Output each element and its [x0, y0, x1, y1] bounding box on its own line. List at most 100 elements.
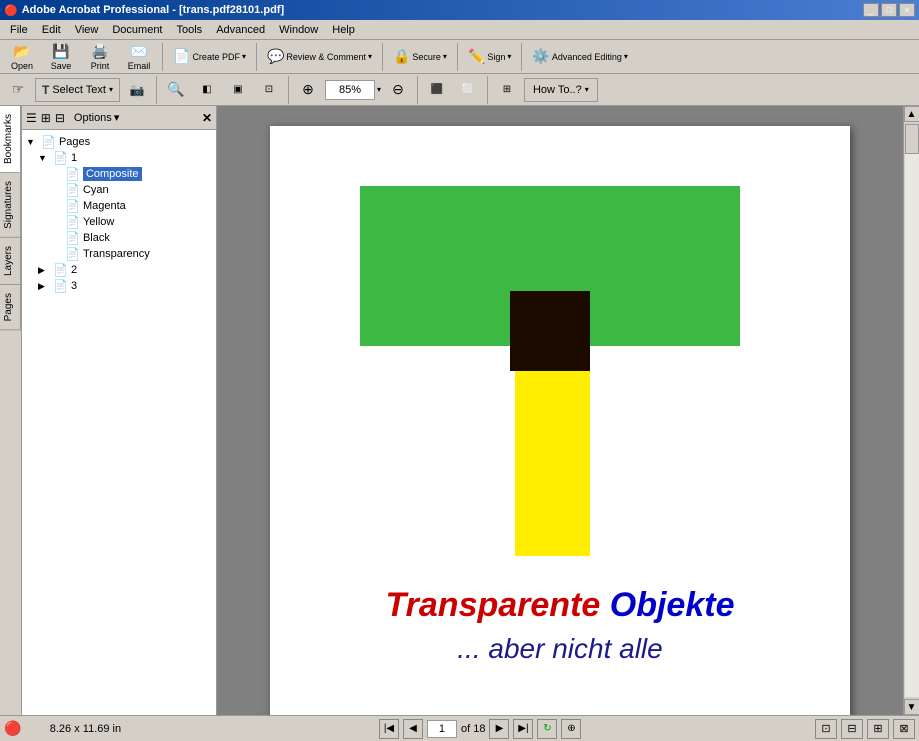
view-mode-btn2[interactable]: ⊟ [841, 719, 863, 739]
email-label: Email [128, 61, 151, 71]
email-button[interactable]: ✉️ Email [121, 43, 157, 71]
scroll-up-button[interactable]: ▲ [904, 106, 919, 122]
menu-help[interactable]: Help [326, 22, 361, 38]
secure-label: Secure [412, 52, 441, 62]
menu-window[interactable]: Window [273, 22, 324, 38]
next-page-button[interactable]: ▶ [489, 719, 509, 739]
tree-item-magenta[interactable]: 📄 Magenta [26, 198, 212, 214]
tree-item-composite[interactable]: 📄 Composite [26, 166, 212, 182]
title-bar-controls: _ □ × [863, 3, 915, 17]
tab-pages[interactable]: Pages [0, 285, 21, 330]
tb2-sep2 [288, 76, 289, 104]
tab-bookmarks[interactable]: Bookmarks [0, 106, 21, 173]
how-to-label: How To..? [533, 84, 582, 96]
options-label: Options [74, 112, 112, 124]
print-button[interactable]: 🖨️ Print [82, 43, 118, 71]
fit-page-button[interactable]: ⊡ [255, 78, 283, 102]
page1-doc-icon: 📄 [53, 151, 68, 165]
status-left-icon: 🔴 [4, 720, 21, 737]
scroll-thumb[interactable] [905, 124, 919, 154]
zoom-in-button[interactable]: ⊕ [294, 78, 322, 102]
review-button[interactable]: 💬 Review & Comment ▾ [262, 43, 377, 71]
toolbar2: ☞ T Select Text ▾ 📷 🔍 ◧ ▣ ⊡ ⊕ ▾ ⊖ ⬛ ⬜ ⊞ … [0, 74, 919, 106]
fit-visible-button[interactable]: ⬜ [454, 78, 482, 102]
tree-item-yellow[interactable]: 📄 Yellow [26, 214, 212, 230]
next-page-view-button[interactable]: ▣ [224, 78, 252, 102]
tree-item-transparency[interactable]: 📄 Transparency [26, 246, 212, 262]
view-mode-btn4[interactable]: ⊠ [893, 719, 915, 739]
open-label: Open [11, 61, 33, 71]
view-mode-btn1[interactable]: ⊡ [815, 719, 837, 739]
tab-signatures[interactable]: Signatures [0, 173, 21, 238]
menu-edit[interactable]: Edit [36, 22, 67, 38]
tree-toggle-page2[interactable]: ▶ [38, 265, 50, 276]
toolbar-separator [162, 43, 163, 71]
zoom-out-button[interactable]: 🔍 [162, 78, 190, 102]
composite-doc-icon: 📄 [65, 167, 80, 181]
hand-tool-button[interactable]: ☞ [4, 78, 32, 102]
review-arrow: ▾ [368, 52, 372, 61]
panel-close-button[interactable]: ✕ [202, 111, 212, 125]
open-button[interactable]: 📂 Open [4, 43, 40, 71]
last-page-button[interactable]: ▶| [513, 719, 533, 739]
toolbar-separator5 [521, 43, 522, 71]
select-text-button[interactable]: T Select Text ▾ [35, 78, 120, 102]
first-page-button[interactable]: |◀ [379, 719, 399, 739]
panel-icon-expand[interactable]: ⊟ [55, 111, 65, 125]
save-button[interactable]: 💾 Save [43, 43, 79, 71]
tree-item-pages[interactable]: ▼ 📄 Pages [26, 134, 212, 150]
tree-item-page3[interactable]: ▶ 📄 3 [26, 278, 212, 294]
tree-item-page1[interactable]: ▼ 📄 1 [26, 150, 212, 166]
zoom-arrow[interactable]: ▾ [377, 85, 381, 94]
menu-tools[interactable]: Tools [171, 22, 209, 38]
advanced-editing-button[interactable]: ⚙️ Advanced Editing ▾ [527, 43, 633, 71]
tree-toggle-pages[interactable]: ▼ [26, 137, 38, 147]
prev-page-button[interactable]: ◀ [403, 719, 423, 739]
bookmark-page-button[interactable]: ⊕ [561, 719, 581, 739]
pdf-area[interactable]: Transparente Objekte ... aber nicht alle [217, 106, 903, 715]
zoom-out2-button[interactable]: ⊖ [384, 78, 412, 102]
secure-button[interactable]: 🔒 Secure ▾ [388, 43, 452, 71]
menu-document[interactable]: Document [106, 22, 168, 38]
tree-item-cyan[interactable]: 📄 Cyan [26, 182, 212, 198]
refresh-button[interactable]: ↻ [537, 719, 557, 739]
email-icon: ✉️ [130, 43, 147, 60]
sign-button[interactable]: ✏️ Sign ▾ [463, 43, 516, 71]
scroll-track[interactable] [905, 124, 919, 697]
page-number-input[interactable] [427, 720, 457, 738]
zoom-box: ▾ [325, 80, 381, 100]
tree-item-page2[interactable]: ▶ 📄 2 [26, 262, 212, 278]
minimize-button[interactable]: _ [863, 3, 879, 17]
create-pdf-icon: 📄 [173, 48, 190, 65]
zoom-input[interactable] [325, 80, 375, 100]
panel-options-button[interactable]: Options ▾ [69, 109, 124, 126]
scroll-down-button[interactable]: ▼ [904, 699, 919, 715]
advanced-editing-icon: ⚙️ [532, 48, 549, 65]
sign-icon: ✏️ [468, 48, 485, 65]
page-total: of 18 [461, 723, 485, 735]
main-area: Bookmarks Signatures Layers Pages ☰ ⊞ ⊟ … [0, 106, 919, 715]
tab-layers[interactable]: Layers [0, 238, 21, 285]
close-button[interactable]: × [899, 3, 915, 17]
snapshot-tool-button[interactable]: 📷 [123, 78, 151, 102]
pages-doc-icon: 📄 [41, 135, 56, 149]
create-pdf-button[interactable]: 📄 Create PDF ▾ [168, 43, 251, 71]
menu-advanced[interactable]: Advanced [210, 22, 271, 38]
tree-toggle-page3[interactable]: ▶ [38, 281, 50, 292]
view-mode-btn3[interactable]: ⊞ [867, 719, 889, 739]
panel-icon-tree[interactable]: ⊞ [41, 111, 51, 125]
tree-toggle-page1[interactable]: ▼ [38, 153, 50, 163]
menu-view[interactable]: View [69, 22, 105, 38]
panel-icon-list[interactable]: ☰ [26, 111, 37, 125]
tb2-sep1 [156, 76, 157, 104]
fit-width-button[interactable]: ⬛ [423, 78, 451, 102]
review-icon: 💬 [267, 48, 284, 65]
maximize-button[interactable]: □ [881, 3, 897, 17]
title-bar: 🔴 Adobe Acrobat Professional - [trans.pd… [0, 0, 919, 20]
grid-button[interactable]: ⊞ [493, 78, 521, 102]
toolbar-separator4 [457, 43, 458, 71]
tree-item-black[interactable]: 📄 Black [26, 230, 212, 246]
prev-page-view-button[interactable]: ◧ [193, 78, 221, 102]
how-to-button[interactable]: How To..? ▾ [524, 78, 598, 102]
menu-file[interactable]: File [4, 22, 34, 38]
